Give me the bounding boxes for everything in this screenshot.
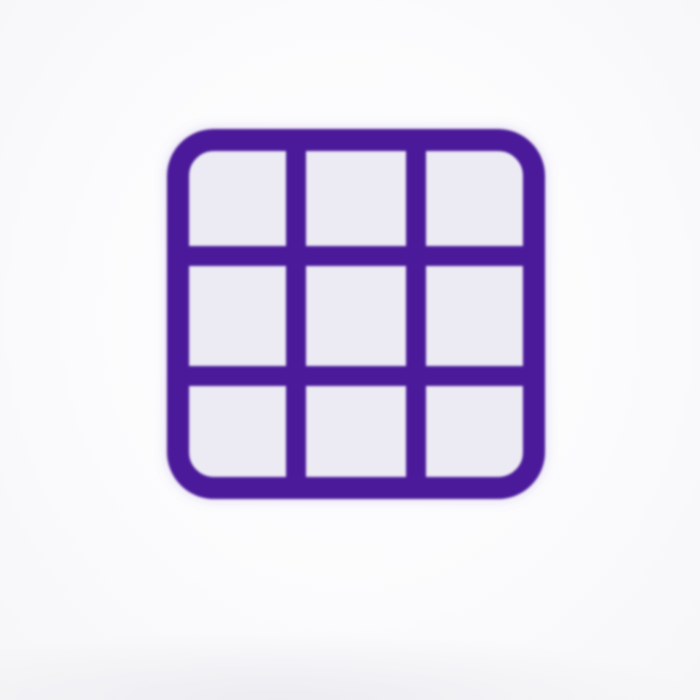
grid-cells xyxy=(190,152,522,476)
grid-cell xyxy=(426,152,522,246)
background-smudge xyxy=(0,630,700,700)
grid-cell xyxy=(426,266,522,366)
grid-cell xyxy=(190,266,286,366)
grid-icon-button[interactable] xyxy=(166,128,546,500)
grid-icon xyxy=(167,129,545,499)
grid-cell xyxy=(190,152,286,246)
grid-cell xyxy=(306,266,406,366)
grid-cell xyxy=(306,152,406,246)
grid-cell xyxy=(306,386,406,476)
grid-cell xyxy=(190,386,286,476)
icon-canvas xyxy=(0,0,700,700)
grid-cell xyxy=(426,386,522,476)
